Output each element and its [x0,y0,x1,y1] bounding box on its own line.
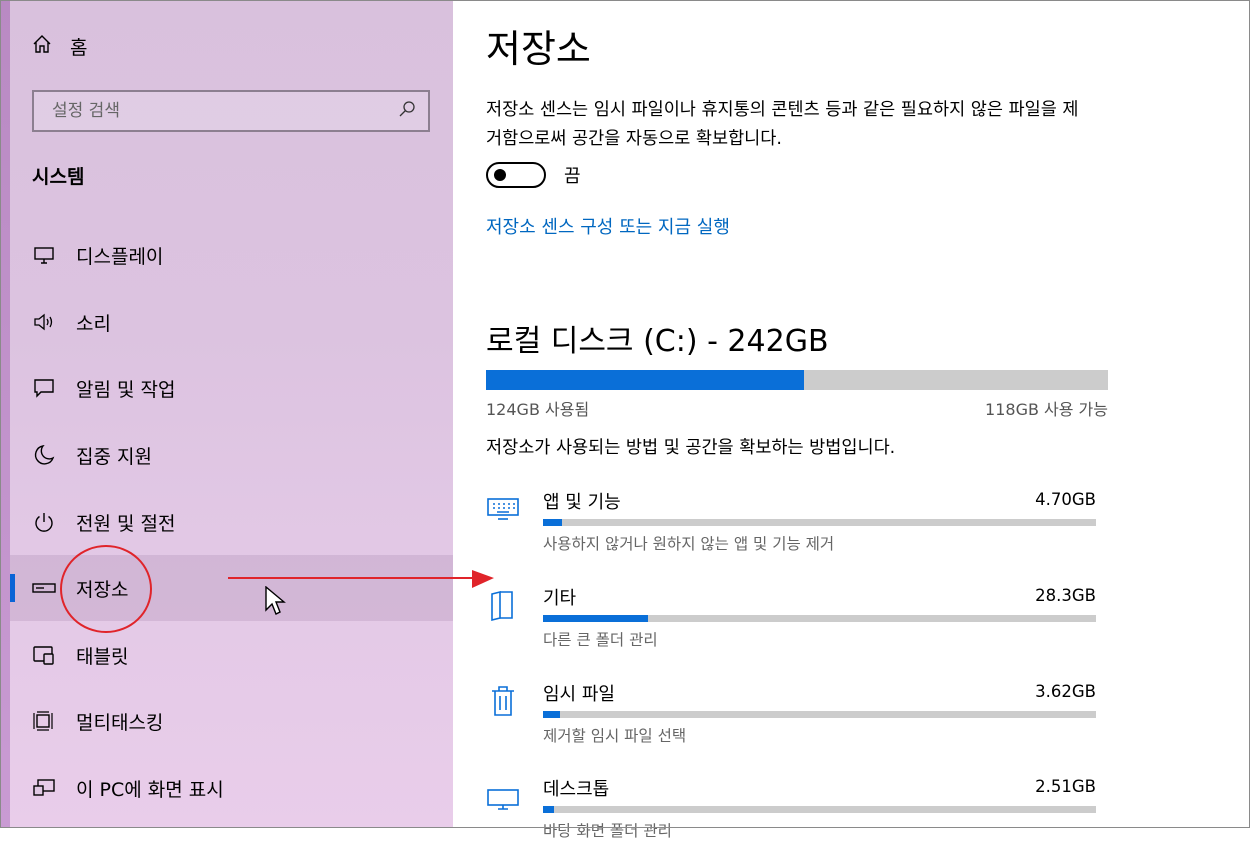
disk-usage-bar [486,370,1108,390]
sidebar-item-sound[interactable]: 소리 [10,289,453,355]
category-other[interactable]: 기타 28.3GB 다른 큰 폴더 관리 [486,584,1096,674]
category-bar [543,711,1096,718]
sidebar-item-focus-assist[interactable]: 집중 지원 [10,422,453,488]
search-icon[interactable] [398,100,416,122]
sidebar-item-notifications[interactable]: 알림 및 작업 [10,355,453,421]
category-bar-fill [543,806,555,813]
storage-sense-toggle-row: 끔 [486,162,581,188]
sidebar-item-multitasking[interactable]: 멀티태스킹 [10,688,453,754]
sidebar-item-label: 이 PC에 화면 표시 [76,778,224,801]
category-desktop[interactable]: 데스크톱 2.51GB 바탕 화면 폴더 관리 [486,775,1096,865]
disk-usage-fill [486,370,805,390]
nav-home-label: 홈 [70,36,88,59]
storage-sense-description: 저장소 센스는 임시 파일이나 휴지통의 콘텐츠 등과 같은 필요하지 않은 파… [486,100,1079,149]
folder-icon [486,588,520,622]
settings-sidebar: 홈 시스템 디스플레이 소리 알림 및 작업 집중 지원 [0,0,453,828]
category-apps[interactable]: 앱 및 기능 4.70GB 사용하지 않거나 원하지 않는 앱 및 기능 제거 [486,488,1096,578]
category-bar-fill [543,519,563,526]
sidebar-item-label: 집중 지원 [76,445,152,468]
search-field[interactable] [32,90,430,132]
section-title: 시스템 [32,166,85,188]
sidebar-item-label: 멀티태스킹 [76,711,164,734]
annotation-circle [60,545,152,633]
home-icon [32,34,52,59]
multitask-icon [32,709,56,733]
sidebar-item-label: 알림 및 작업 [76,378,176,401]
category-bar-fill [543,711,560,718]
monitor-icon [32,243,56,267]
category-temp-files[interactable]: 임시 파일 3.62GB 제거할 임시 파일 선택 [486,680,1096,770]
category-size: 4.70GB [1035,490,1096,509]
category-size: 3.62GB [1035,682,1096,701]
moon-icon [32,443,56,467]
category-name: 기타 [543,588,577,609]
category-name: 앱 및 기능 [543,492,621,513]
category-bar [543,519,1096,526]
category-description: 제거할 임시 파일 선택 [543,727,687,745]
category-name: 임시 파일 [543,684,615,705]
category-name: 데스크톱 [543,779,610,800]
page-title: 저장소 [486,27,591,71]
speaker-icon [32,310,56,334]
sidebar-item-display[interactable]: 디스플레이 [10,222,453,288]
sidebar-item-tablet[interactable]: 태블릿 [10,622,453,688]
category-description: 다른 큰 폴더 관리 [543,631,658,649]
disk-title: 로컬 디스크 (C:) - 242GB [486,324,829,359]
sidebar-item-label: 디스플레이 [76,245,164,268]
keyboard-icon [486,492,520,526]
power-icon [32,510,56,534]
disk-free-label: 118GB 사용 가능 [985,400,1108,419]
category-description: 바탕 화면 폴더 관리 [543,822,672,840]
storage-sense-toggle[interactable] [486,162,546,188]
project-icon [32,776,56,800]
notification-icon [32,376,56,400]
main-content: 저장소 저장소 센스는 임시 파일이나 휴지통의 콘텐츠 등과 같은 필요하지 … [453,0,1250,840]
usage-explanation: 저장소가 사용되는 방법 및 공간을 확보하는 방법입니다. [486,438,896,458]
sidebar-item-label: 태블릿 [76,645,129,668]
selection-indicator [10,574,15,602]
category-bar [543,615,1096,622]
desktop-icon [486,779,520,813]
nav-home[interactable]: 홈 [32,30,87,62]
sidebar-item-project[interactable]: 이 PC에 화면 표시 [10,755,453,821]
sidebar-item-label: 전원 및 절전 [76,512,176,535]
category-size: 28.3GB [1035,586,1096,605]
sidebar-item-label: 소리 [76,312,111,335]
toggle-state-label: 끔 [564,166,581,187]
search-input[interactable] [50,100,398,122]
configure-storage-sense-link[interactable]: 저장소 센스 구성 또는 지금 실행 [486,213,730,239]
category-size: 2.51GB [1035,777,1096,796]
trash-icon [486,684,520,718]
disk-used-label: 124GB 사용됨 [486,400,590,419]
category-bar [543,806,1096,813]
storage-icon [32,576,56,600]
category-description: 사용하지 않거나 원하지 않는 앱 및 기능 제거 [543,535,835,553]
tablet-icon [32,643,56,667]
sidebar-item-power[interactable]: 전원 및 절전 [10,489,453,555]
category-bar-fill [543,615,649,622]
